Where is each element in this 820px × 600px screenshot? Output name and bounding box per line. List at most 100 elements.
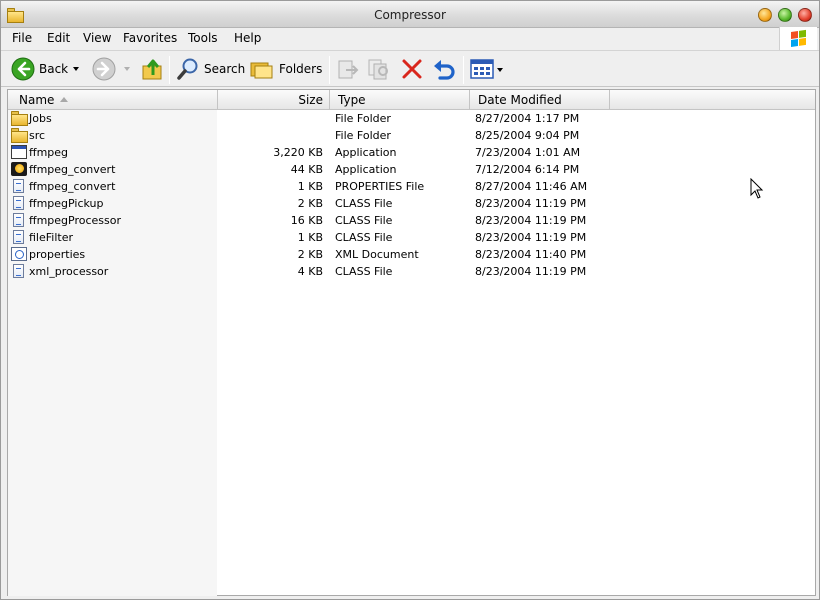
- toolbar-separator: [169, 56, 170, 84]
- file-date: 8/27/2004 11:46 AM: [475, 180, 588, 193]
- sun-application-icon: [11, 162, 27, 176]
- file-date: 8/23/2004 11:19 PM: [475, 197, 587, 210]
- maximize-button[interactable]: [778, 8, 792, 22]
- file-date: 8/27/2004 1:17 PM: [475, 112, 580, 125]
- file-name: ffmpeg_convert: [29, 163, 116, 176]
- move-to-button[interactable]: [336, 57, 360, 83]
- search-label: Search: [204, 62, 246, 76]
- file-size: 16 KB: [290, 214, 323, 227]
- undo-button[interactable]: [431, 57, 457, 83]
- file-list[interactable]: Name Size Type Date Modified Jobs File F…: [7, 89, 816, 596]
- minimize-button[interactable]: [758, 8, 772, 22]
- views-icon: [470, 59, 494, 79]
- toolbar-separator: [329, 56, 330, 84]
- file-date: 7/23/2004 1:01 AM: [475, 146, 581, 159]
- column-header-name-label: Name: [19, 93, 55, 107]
- folder-icon: [11, 111, 28, 126]
- explorer-window: Compressor File Edit View Favorites Tool…: [0, 0, 820, 600]
- file-date: 8/25/2004 9:04 PM: [475, 129, 580, 142]
- list-item[interactable]: fileFilter 1 KB CLASS File 8/23/2004 11:…: [8, 229, 815, 246]
- window-title: Compressor: [374, 8, 446, 22]
- file-name: xml_processor: [29, 265, 109, 278]
- delete-x-icon: [402, 59, 422, 79]
- xml-document-icon: [11, 247, 27, 261]
- back-button[interactable]: Back: [11, 57, 81, 83]
- file-type: File Folder: [335, 129, 391, 142]
- file-date: 8/23/2004 11:40 PM: [475, 248, 587, 261]
- menu-tools[interactable]: Tools: [188, 31, 218, 45]
- views-button[interactable]: [470, 57, 504, 83]
- column-header-date-modified[interactable]: Date Modified: [470, 90, 610, 110]
- file-size: 3,220 KB: [273, 146, 323, 159]
- search-button[interactable]: Search: [176, 57, 246, 83]
- sort-ascending-icon: [60, 97, 69, 102]
- copy-to-button[interactable]: [367, 57, 391, 83]
- file-name: properties: [29, 248, 86, 261]
- file-date: 8/23/2004 11:19 PM: [475, 214, 587, 227]
- move-to-icon: [338, 60, 359, 79]
- folders-icon: [250, 62, 273, 79]
- file-size: 4 KB: [297, 265, 323, 278]
- list-item[interactable]: ffmpeg_convert 44 KB Application 7/12/20…: [8, 161, 815, 178]
- column-header-type[interactable]: Type: [330, 90, 470, 110]
- list-item[interactable]: ffmpeg_convert 1 KB PROPERTIES File 8/27…: [8, 178, 815, 195]
- file-name: fileFilter: [29, 231, 73, 244]
- list-item[interactable]: properties 2 KB XML Document 8/23/2004 1…: [8, 246, 815, 263]
- file-type: CLASS File: [335, 265, 393, 278]
- title-bar[interactable]: Compressor: [1, 1, 819, 28]
- file-type: CLASS File: [335, 231, 393, 244]
- forward-button[interactable]: [92, 57, 132, 83]
- document-icon: [13, 264, 24, 278]
- menu-file[interactable]: File: [12, 31, 32, 45]
- list-item[interactable]: ffmpegPickup 2 KB CLASS File 8/23/2004 1…: [8, 195, 815, 212]
- menu-favorites[interactable]: Favorites: [123, 31, 177, 45]
- back-arrow-icon: [11, 57, 35, 81]
- toolbar-separator: [463, 56, 464, 84]
- file-size: 1 KB: [297, 231, 323, 244]
- search-icon: [177, 58, 198, 80]
- forward-arrow-icon: [92, 57, 116, 81]
- file-size: 1 KB: [297, 180, 323, 193]
- file-size: 44 KB: [290, 163, 323, 176]
- file-size: 2 KB: [297, 197, 323, 210]
- chevron-down-icon[interactable]: [497, 68, 503, 72]
- chevron-down-icon[interactable]: [124, 67, 130, 71]
- column-header-name[interactable]: Name: [8, 90, 218, 110]
- list-item[interactable]: ffmpeg 3,220 KB Application 7/23/2004 1:…: [8, 144, 815, 161]
- close-button[interactable]: [798, 8, 812, 22]
- document-icon: [13, 213, 24, 227]
- undo-icon: [434, 60, 455, 80]
- copy-to-icon: [368, 59, 388, 80]
- menu-view[interactable]: View: [83, 31, 111, 45]
- delete-button[interactable]: [400, 57, 424, 83]
- file-date: 7/12/2004 6:14 PM: [475, 163, 580, 176]
- document-icon: [13, 196, 24, 210]
- file-type: File Folder: [335, 112, 391, 125]
- file-name: ffmpeg: [29, 146, 69, 159]
- file-name: ffmpegProcessor: [29, 214, 122, 227]
- file-type: PROPERTIES File: [335, 180, 425, 193]
- list-item[interactable]: xml_processor 4 KB CLASS File 8/23/2004 …: [8, 263, 815, 280]
- file-date: 8/23/2004 11:19 PM: [475, 265, 587, 278]
- list-item[interactable]: Jobs File Folder 8/27/2004 1:17 PM: [8, 110, 815, 127]
- up-folder-button[interactable]: [141, 57, 165, 83]
- chevron-down-icon[interactable]: [73, 67, 79, 71]
- document-icon: [13, 179, 24, 193]
- folders-label: Folders: [279, 62, 323, 76]
- toolbar: Back Search Folders: [1, 50, 819, 87]
- mouse-cursor-icon: [750, 178, 764, 199]
- up-folder-icon: [142, 59, 162, 80]
- menu-help[interactable]: Help: [234, 31, 261, 45]
- file-name: Jobs: [29, 112, 52, 125]
- column-header: Name Size Type Date Modified: [8, 90, 815, 110]
- list-item[interactable]: ffmpegProcessor 16 KB CLASS File 8/23/20…: [8, 212, 815, 229]
- list-item[interactable]: src File Folder 8/25/2004 9:04 PM: [8, 127, 815, 144]
- file-name: ffmpeg_convert: [29, 180, 116, 193]
- menu-bar: File Edit View Favorites Tools Help: [1, 28, 819, 50]
- file-type: Application: [335, 163, 397, 176]
- file-type: CLASS File: [335, 214, 393, 227]
- column-header-size[interactable]: Size: [218, 90, 330, 110]
- menu-edit[interactable]: Edit: [47, 31, 70, 45]
- file-type: CLASS File: [335, 197, 393, 210]
- folders-button[interactable]: Folders: [250, 57, 322, 83]
